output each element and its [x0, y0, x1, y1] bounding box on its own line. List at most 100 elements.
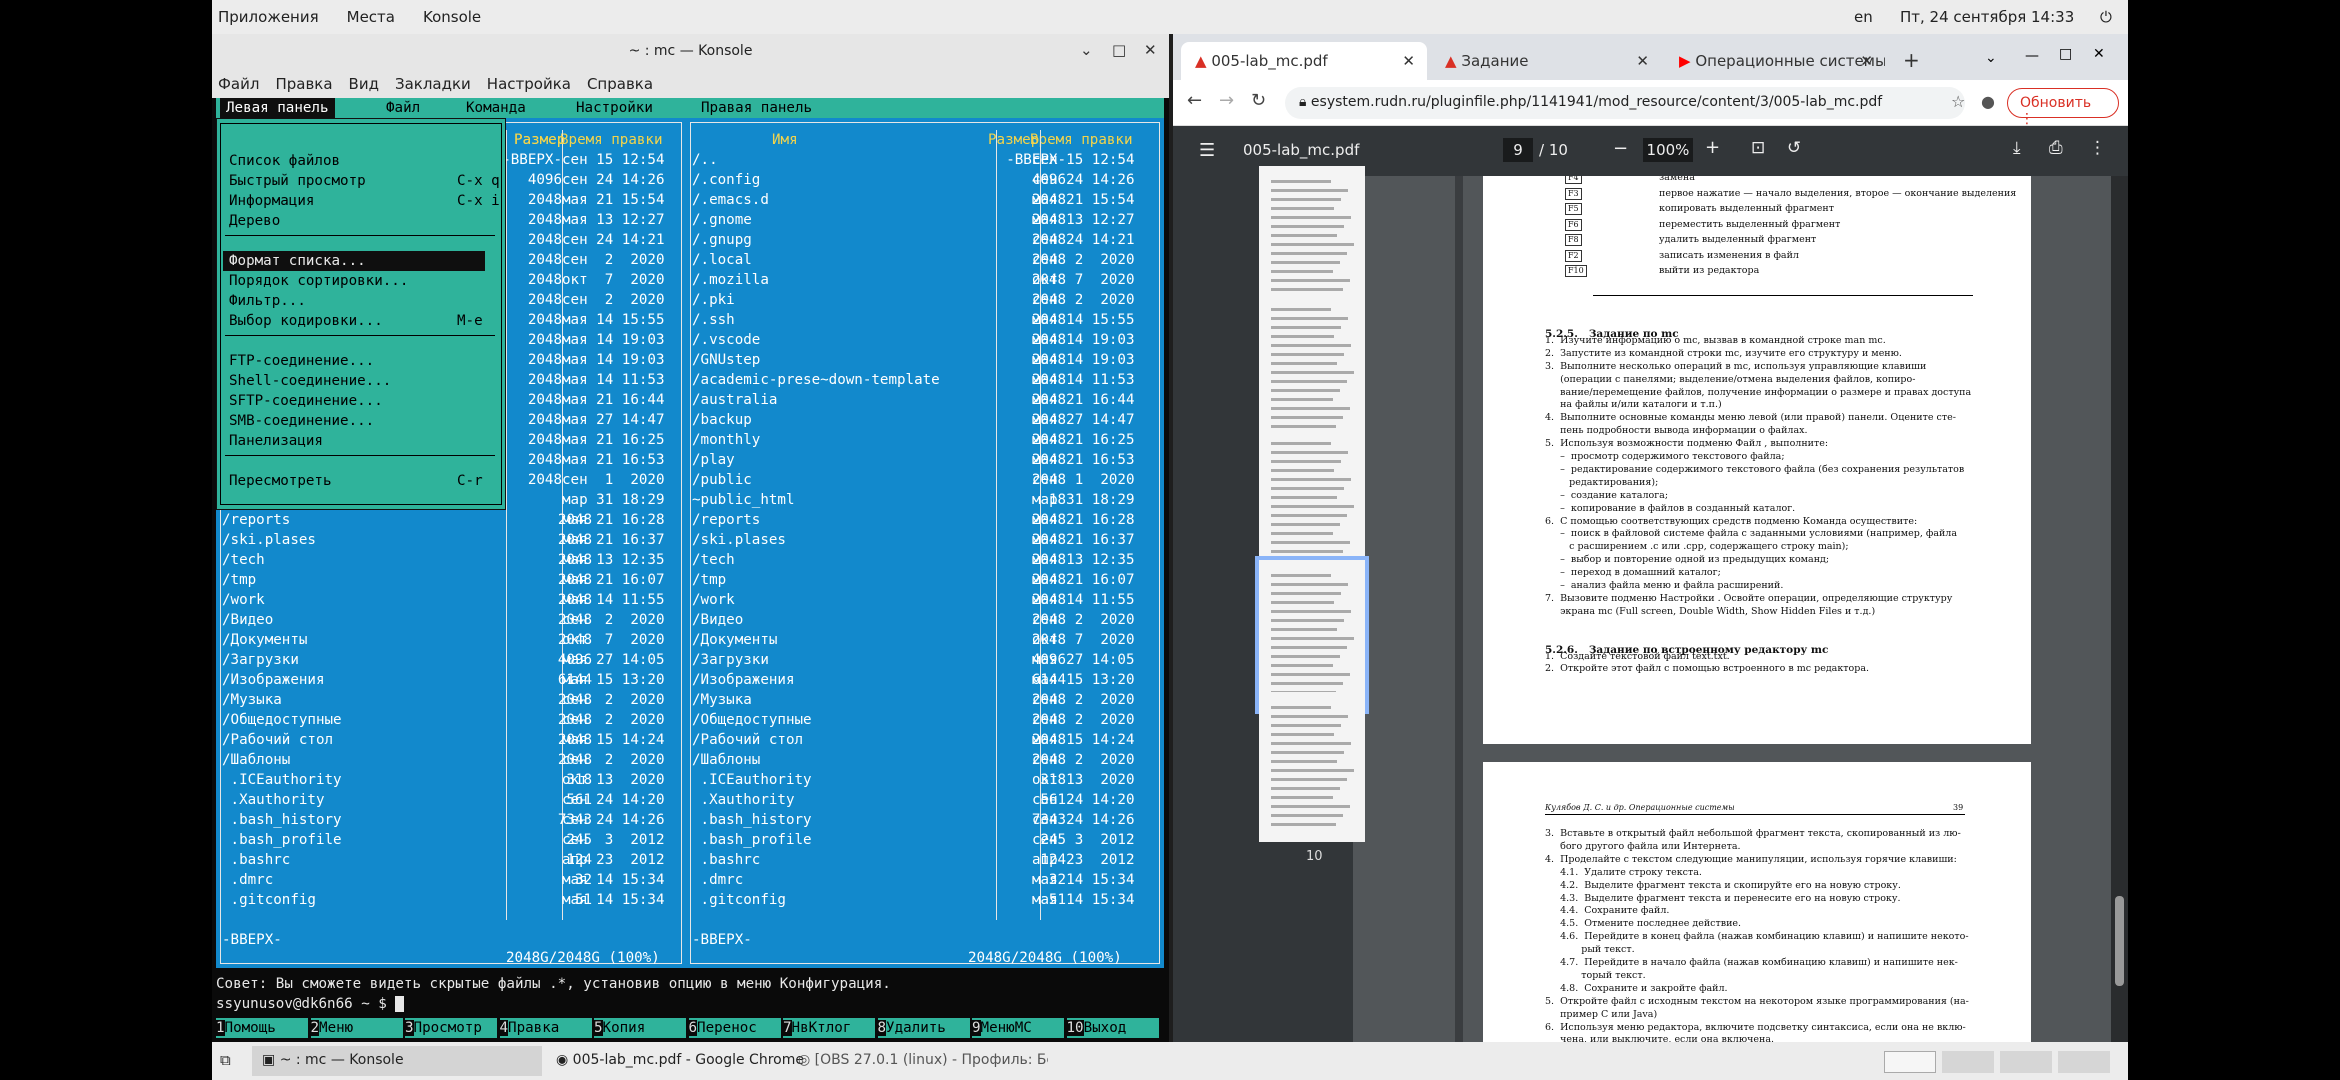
file-row[interactable]: .bash_profile 245 сен 3 2012 [692, 830, 1164, 850]
file-row[interactable]: 2048 мая 21 15:54 [512, 190, 680, 210]
file-row[interactable]: /monthly 2048 мая 21 16:25 [692, 430, 1164, 450]
page-thumbnail[interactable] [1259, 428, 1365, 578]
print-icon[interactable]: ⎙ [2049, 138, 2063, 158]
file-row[interactable]: 2048 мая 27 14:47 [512, 410, 680, 430]
file-row[interactable]: 2048 мая 13 12:27 [512, 210, 680, 230]
file-row[interactable]: .ICEauthority 318 окт 13 2020 [222, 770, 692, 790]
fkey-9[interactable]: 9МенюMC [972, 1018, 1064, 1038]
fkey-5[interactable]: 5Копия [594, 1018, 686, 1038]
file-row[interactable]: /work 2048 мая 14 11:55 [692, 590, 1164, 610]
close-tab-icon[interactable]: ✕ [1402, 52, 1415, 70]
file-row[interactable]: /Изображения 6144 мая 15 13:20 [222, 670, 692, 690]
mc-menu-command[interactable]: Команда [466, 98, 526, 118]
mc-menu-right-panel[interactable]: Правая панель [701, 98, 812, 118]
file-row[interactable]: /reports 2048 мая 21 16:28 [222, 510, 692, 530]
file-row[interactable]: 2048 сен 1 2020 [512, 470, 680, 490]
forward-icon[interactable]: → [1219, 90, 1234, 111]
zoom-in-icon[interactable]: + [1705, 137, 1720, 158]
file-row[interactable]: /academic-prese~down-template 2048 мая 14 … [692, 370, 1164, 390]
file-row[interactable]: .bashrc 124 апр 23 2012 [222, 850, 692, 870]
file-row[interactable]: /.local 2048 сен 2 2020 [692, 250, 1164, 270]
file-row[interactable]: .gitconfig 51 мая 14 15:34 [692, 890, 1164, 910]
file-row[interactable]: 2048 мая 14 19:03 [512, 330, 680, 350]
more-icon[interactable]: ⋮ [2089, 138, 2106, 158]
file-row[interactable]: /.config 4096 сен 24 14:26 [692, 170, 1164, 190]
file-row[interactable]: .dmrc 32 мая 14 15:34 [222, 870, 692, 890]
zoom-input[interactable]: 100% [1643, 138, 1693, 162]
konsole-menu-item[interactable]: Файл [218, 75, 259, 93]
task-chrome[interactable]: ◉ 005-lab_mc.pdf - Google Chrome [546, 1046, 806, 1076]
profile-icon[interactable]: ● [1981, 92, 1995, 111]
clock[interactable]: Пт, 24 сентября 14:33 [1900, 8, 2074, 26]
file-row[interactable]: /Видео 2048 сен 2 2020 [692, 610, 1164, 630]
file-row[interactable]: /australia 2048 мая 21 16:44 [692, 390, 1164, 410]
file-row[interactable]: 2048 мая 21 16:53 [512, 450, 680, 470]
file-row[interactable]: 2048 мая 21 16:44 [512, 390, 680, 410]
url-field[interactable]: 🔒︎ esystem.rudn.ru/pluginfile.php/114194… [1285, 87, 1965, 119]
file-row[interactable]: /Документы 2048 окт 7 2020 [222, 630, 692, 650]
pdf-scrollbar[interactable] [2111, 176, 2128, 1042]
file-row[interactable]: .ICEauthority 318 окт 13 2020 [692, 770, 1164, 790]
file-row[interactable]: /Шаблоны 2048 сен 2 2020 [692, 750, 1164, 770]
mc-right-panel[interactable]: Имя Размер Время правки/.. -ВВЕРХ-сен 15 12… [686, 118, 1164, 968]
file-row[interactable]: /public 2048 сен 1 2020 [692, 470, 1164, 490]
fkey-7[interactable]: 7НвКтлог [783, 1018, 875, 1038]
mc-menu-file[interactable]: Файл [386, 98, 420, 118]
close-tab-icon[interactable]: ✕ [1636, 52, 1649, 70]
fkey-2[interactable]: 2Меню [310, 1018, 403, 1038]
page-thumbnail[interactable] [1259, 692, 1365, 842]
file-row[interactable]: /play 2048 мая 21 16:53 [692, 450, 1164, 470]
bookmark-star-icon[interactable]: ☆ [1951, 92, 1965, 111]
file-row[interactable]: /tmp 2048 мая 21 16:07 [222, 570, 692, 590]
fkey-3[interactable]: 3Просмотр [405, 1018, 497, 1038]
file-row[interactable]: /Изображения 6144 мая 15 13:20 [692, 670, 1164, 690]
back-icon[interactable]: ← [1187, 90, 1202, 111]
file-row[interactable]: /Общедоступные 2048 сен 2 2020 [692, 710, 1164, 730]
fkey-1[interactable]: 1Помощь [216, 1018, 308, 1038]
file-row[interactable]: /Шаблоны 2048 сен 2 2020 [222, 750, 692, 770]
maximize-icon[interactable]: □ [1112, 41, 1126, 59]
close-icon[interactable]: ✕ [2093, 46, 2105, 62]
active-app-label[interactable]: Konsole [423, 8, 481, 26]
close-icon[interactable]: ✕ [1144, 41, 1157, 59]
page-thumbnail[interactable] [1255, 556, 1369, 714]
power-icon[interactable]: ⏻ [2100, 8, 2112, 26]
mc-menu-options[interactable]: Настройки [576, 98, 653, 118]
file-row[interactable]: 2048 мая 14 11:53 [512, 370, 680, 390]
file-row[interactable]: /.vscode 2048 мая 14 19:03 [692, 330, 1164, 350]
fkey-4[interactable]: 4Правка [499, 1018, 592, 1038]
file-row[interactable]: .Xauthority 561 сен 24 14:20 [692, 790, 1164, 810]
file-row[interactable]: .bash_profile 245 сен 3 2012 [222, 830, 692, 850]
file-row[interactable]: 4096 сен 24 14:26 [512, 170, 680, 190]
zoom-out-icon[interactable]: − [1613, 138, 1628, 159]
tab-youtube[interactable]: ▶ Операционные системы ✕ [1665, 42, 1885, 80]
file-row[interactable]: /.emacs.d 2048 мая 21 15:54 [692, 190, 1164, 210]
konsole-titlebar[interactable]: ~ : mc — Konsole ⌄ □ ✕ [212, 34, 1169, 70]
terminal-area[interactable]: Левая панель Файл Команда Настройки Прав… [216, 98, 1164, 1042]
file-row[interactable]: /Музыка 2048 сен 2 2020 [222, 690, 692, 710]
file-row[interactable]: 2048 мая 21 16:25 [512, 430, 680, 450]
pdf-viewer[interactable]: 678910 F4 замена F3 первое нажатие — начало… [1173, 166, 2128, 1042]
konsole-menu-item[interactable]: Справка [587, 75, 653, 93]
task-konsole[interactable]: ▣ ~ : mc — Konsole [252, 1046, 542, 1076]
page-number-input[interactable]: 9 [1503, 138, 1533, 162]
file-row[interactable]: /.gnome 2048 мая 13 12:27 [692, 210, 1164, 230]
file-row[interactable]: /.gnupg 2048 сен 24 14:21 [692, 230, 1164, 250]
file-row[interactable]: /.mozilla 2048 окт 7 2020 [692, 270, 1164, 290]
reload-icon[interactable]: ↻ [1251, 90, 1266, 111]
tab-pdf[interactable]: ▲ 005-lab_mc.pdf ✕ [1181, 42, 1427, 80]
file-row[interactable]: -ВВЕРХ-сен 15 12:54 [502, 150, 680, 170]
download-icon[interactable]: ⤓ [2013, 138, 2021, 158]
workspace-2[interactable] [1942, 1051, 1994, 1073]
file-row[interactable]: /.ssh 2048 мая 14 15:55 [692, 310, 1164, 330]
file-row[interactable]: /Музыка 2048 сен 2 2020 [692, 690, 1164, 710]
tab-search-icon[interactable]: ⌄ [1985, 50, 1997, 66]
workspace-1[interactable] [1884, 1051, 1936, 1073]
keyboard-layout[interactable]: en [1854, 8, 1873, 26]
file-row[interactable]: .bash_history 7343 сен 24 14:26 [222, 810, 692, 830]
file-row[interactable]: 2048 сен 2 2020 [512, 290, 680, 310]
shell-prompt[interactable]: ssyunusov@dk6n66 ~ $ [216, 994, 1164, 1014]
minimize-icon[interactable]: ⌄ [1080, 41, 1093, 59]
close-tab-icon[interactable]: ✕ [1860, 52, 1873, 70]
file-row[interactable]: .bashrc 124 апр 23 2012 [692, 850, 1164, 870]
